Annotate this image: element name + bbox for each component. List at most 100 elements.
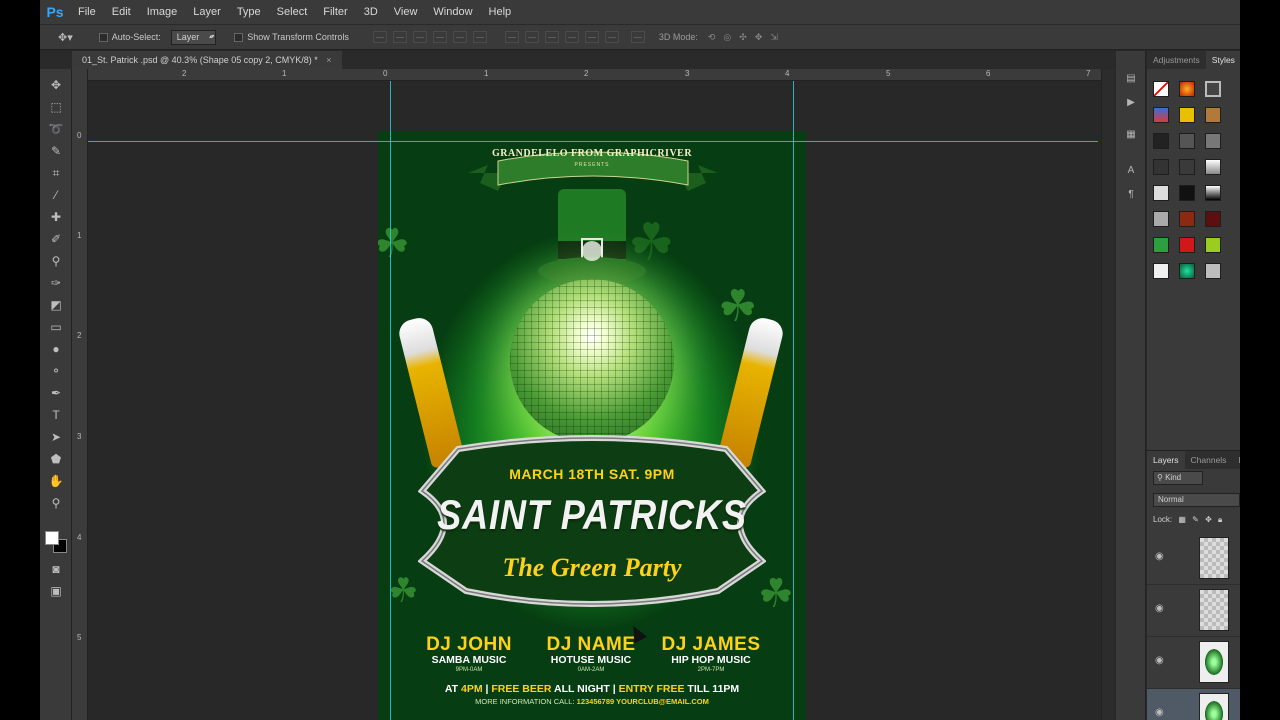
vertical-guide-right[interactable] xyxy=(793,81,794,720)
lasso-tool-icon[interactable]: ➰ xyxy=(48,121,64,137)
style-swatch[interactable] xyxy=(1179,185,1195,201)
distribute-top-icon[interactable] xyxy=(504,31,519,43)
lock-pixels-icon[interactable]: ✎ xyxy=(1192,515,1199,524)
healing-brush-tool-icon[interactable]: ✚ xyxy=(48,209,64,225)
style-swatch[interactable] xyxy=(1179,237,1195,253)
clone-stamp-tool-icon[interactable]: ⚲ xyxy=(48,253,64,269)
tab-styles[interactable]: Styles xyxy=(1205,51,1240,69)
document-tab[interactable]: 01_St. Patrick .psd @ 40.3% (Shape 05 co… xyxy=(72,51,342,69)
style-swatch[interactable] xyxy=(1153,107,1169,123)
align-top-icon[interactable] xyxy=(372,31,387,43)
align-hcenter-icon[interactable] xyxy=(452,31,467,43)
move-tool-icon[interactable]: ✥ xyxy=(48,77,64,93)
vertical-ruler[interactable]: 0 1 2 3 4 5 xyxy=(72,69,88,720)
tab-adjustments[interactable]: Adjustments xyxy=(1147,51,1206,69)
style-swatch[interactable] xyxy=(1205,263,1221,279)
canvas-vertical-scrollbar[interactable] xyxy=(1101,69,1115,720)
eyedropper-tool-icon[interactable]: ⁄ xyxy=(48,187,64,203)
blur-tool-icon[interactable]: ● xyxy=(48,341,64,357)
shape-tool-icon[interactable]: ⬟ xyxy=(48,451,64,467)
style-swatch[interactable] xyxy=(1205,185,1221,201)
style-swatch[interactable] xyxy=(1153,133,1169,149)
style-swatch[interactable] xyxy=(1179,81,1195,97)
style-swatch[interactable] xyxy=(1179,159,1195,175)
move-tool-preset-icon[interactable]: ✥▾ xyxy=(58,31,73,44)
style-swatch[interactable] xyxy=(1205,81,1221,97)
screen-mode-icon[interactable]: ▣ xyxy=(48,583,64,599)
marquee-tool-icon[interactable]: ⬚ xyxy=(48,99,64,115)
tab-channels[interactable]: Channels xyxy=(1185,451,1233,469)
visibility-eye-icon[interactable]: ◉ xyxy=(1155,655,1164,666)
menu-select[interactable]: Select xyxy=(269,0,316,24)
3d-roll-icon[interactable]: ◎ xyxy=(723,32,731,43)
visibility-eye-icon[interactable]: ◉ xyxy=(1155,707,1164,718)
visibility-eye-icon[interactable]: ◉ xyxy=(1155,551,1164,562)
history-panel-icon[interactable]: ▤ xyxy=(1125,73,1137,85)
document-canvas[interactable]: ☘ ☘ ☘ ☘ ☘ GRANDELELO FROM GRAPHICRIVER P… xyxy=(88,81,1115,720)
menu-type[interactable]: Type xyxy=(229,0,269,24)
style-swatch[interactable] xyxy=(1153,185,1169,201)
character-panel-icon[interactable]: A xyxy=(1125,165,1137,177)
brush-tool-icon[interactable]: ✐ xyxy=(48,231,64,247)
quick-mask-icon[interactable]: ◙ xyxy=(48,561,64,577)
flyer-artwork[interactable]: ☘ ☘ ☘ ☘ ☘ GRANDELELO FROM GRAPHICRIVER P… xyxy=(378,131,806,720)
eraser-tool-icon[interactable]: ◩ xyxy=(48,297,64,313)
auto-select-dropdown[interactable]: Layer xyxy=(170,29,217,45)
3d-scale-icon[interactable]: ⇲ xyxy=(770,32,778,43)
style-swatch[interactable] xyxy=(1205,237,1221,253)
menu-help[interactable]: Help xyxy=(481,0,520,24)
distribute-vcenter-icon[interactable] xyxy=(524,31,539,43)
lock-all-icon[interactable]: 🔒︎ xyxy=(1218,515,1222,524)
dodge-tool-icon[interactable]: ⚬ xyxy=(48,363,64,379)
align-bottom-icon[interactable] xyxy=(412,31,427,43)
path-select-tool-icon[interactable]: ➤ xyxy=(48,429,64,445)
layer-row[interactable]: ◉ xyxy=(1147,533,1240,585)
distribute-hcenter-icon[interactable] xyxy=(584,31,599,43)
align-left-icon[interactable] xyxy=(432,31,447,43)
blend-mode-dropdown[interactable]: Normal xyxy=(1153,493,1240,507)
style-swatch[interactable] xyxy=(1153,211,1169,227)
style-swatch[interactable] xyxy=(1153,263,1169,279)
properties-panel-icon[interactable]: ▦ xyxy=(1125,129,1137,141)
actions-panel-icon[interactable]: ▶ xyxy=(1125,97,1137,109)
menu-filter[interactable]: Filter xyxy=(315,0,355,24)
foreground-color-swatch[interactable] xyxy=(45,531,59,545)
align-vcenter-icon[interactable] xyxy=(392,31,407,43)
style-swatch[interactable] xyxy=(1205,211,1221,227)
lock-position-icon[interactable]: ✥ xyxy=(1205,515,1212,524)
paragraph-panel-icon[interactable]: ¶ xyxy=(1125,189,1137,201)
3d-slide-icon[interactable]: ✥ xyxy=(755,32,763,43)
distribute-bottom-icon[interactable] xyxy=(544,31,559,43)
distribute-left-icon[interactable] xyxy=(564,31,579,43)
layer-row[interactable]: ◉ xyxy=(1147,637,1240,689)
style-swatch[interactable] xyxy=(1179,107,1195,123)
zoom-tool-icon[interactable]: ⚲ xyxy=(48,495,64,511)
crop-tool-icon[interactable]: ⌗ xyxy=(48,165,64,181)
layer-row-selected[interactable]: ◉ xyxy=(1147,689,1240,720)
style-swatch[interactable] xyxy=(1179,211,1195,227)
lock-transparent-icon[interactable]: ▦ xyxy=(1178,515,1186,524)
menu-3d[interactable]: 3D xyxy=(356,0,386,24)
close-tab-icon[interactable]: × xyxy=(326,55,331,65)
align-right-icon[interactable] xyxy=(472,31,487,43)
3d-rotate-icon[interactable]: ⟲ xyxy=(708,32,716,43)
tab-layers[interactable]: Layers xyxy=(1147,451,1185,469)
tab-paths[interactable]: P xyxy=(1232,451,1240,469)
menu-view[interactable]: View xyxy=(386,0,426,24)
style-swatch[interactable] xyxy=(1205,159,1221,175)
visibility-eye-icon[interactable]: ◉ xyxy=(1155,603,1164,614)
layer-row[interactable]: ◉ xyxy=(1147,585,1240,637)
style-swatch[interactable] xyxy=(1153,159,1169,175)
style-swatch[interactable] xyxy=(1205,133,1221,149)
horizontal-ruler[interactable]: 2 1 0 1 2 3 4 5 6 7 xyxy=(88,69,1115,81)
menu-edit[interactable]: Edit xyxy=(104,0,139,24)
style-swatch[interactable] xyxy=(1179,263,1195,279)
style-swatch-none[interactable] xyxy=(1153,81,1169,97)
auto-align-icon[interactable] xyxy=(630,31,645,43)
hand-tool-icon[interactable]: ✋ xyxy=(48,473,64,489)
menu-image[interactable]: Image xyxy=(139,0,186,24)
3d-drag-icon[interactable]: ✣ xyxy=(739,32,747,43)
style-swatch[interactable] xyxy=(1153,237,1169,253)
layer-filter-kind[interactable]: ⚲ Kind xyxy=(1153,471,1203,485)
auto-select-checkbox[interactable] xyxy=(98,32,108,42)
